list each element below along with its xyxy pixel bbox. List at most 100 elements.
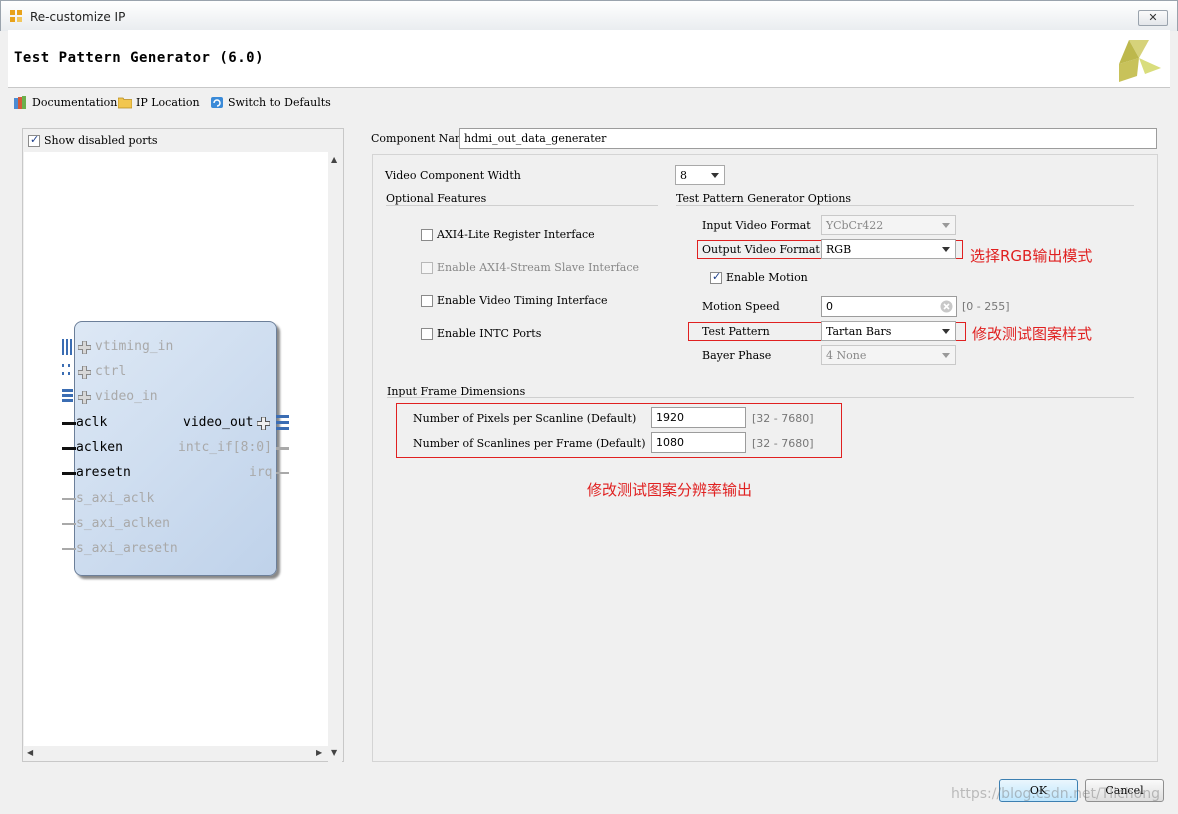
ip-title: Test Pattern Generator (6.0) [14, 50, 265, 66]
pixels-range: [32 - 7680] [752, 412, 814, 425]
switch-defaults-button[interactable]: Switch to Defaults [210, 96, 331, 109]
chevron-down-icon [711, 173, 719, 178]
expand-video-out-icon[interactable] [257, 417, 270, 430]
expand-vtiming-icon[interactable] [78, 341, 91, 354]
motion-speed-label: Motion Speed [702, 300, 780, 313]
test-pattern-select[interactable]: Tartan Bars [821, 321, 956, 341]
port-aresetn: aresetn [76, 465, 131, 480]
documentation-button[interactable]: Documentation [14, 96, 117, 109]
output-video-format-label: Output Video Format [702, 243, 820, 256]
port-video-in: video_in [95, 389, 158, 404]
motion-speed-range: [0 - 255] [962, 300, 1010, 313]
pin-intc-if [276, 447, 289, 450]
divider [676, 205, 1134, 206]
video-timing-option[interactable]: Enable Video Timing Interface [421, 294, 608, 307]
ip-location-label: IP Location [136, 96, 200, 109]
axi4-lite-label: AXI4-Lite Register Interface [437, 228, 595, 241]
bayer-phase-value: 4 None [826, 349, 867, 362]
video-timing-checkbox[interactable] [421, 294, 433, 307]
video-width-select[interactable]: 8 [675, 165, 725, 185]
bayer-phase-label: Bayer Phase [702, 349, 772, 362]
port-aclken: aclken [76, 440, 123, 455]
scroll-left-icon[interactable]: ◀ [27, 748, 33, 757]
clear-icon[interactable] [940, 300, 953, 313]
port-video-out: video_out [183, 415, 254, 430]
motion-speed-input[interactable]: 0 [821, 296, 957, 317]
show-disabled-ports-option[interactable]: Show disabled ports [28, 133, 158, 147]
port-s-axi-aclk: s_axi_aclk [76, 491, 155, 506]
pin-aclk [62, 422, 76, 425]
axi4-stream-slave-checkbox [421, 261, 433, 274]
component-name-input[interactable]: hdmi_out_data_generater [459, 128, 1157, 149]
pin-aclken [62, 447, 76, 450]
pin-s-axi-aclk [62, 498, 76, 500]
pixels-per-scanline-label: Number of Pixels per Scanline (Default) [413, 412, 637, 425]
documentation-label: Documentation [32, 96, 118, 109]
motion-speed-value: 0 [826, 300, 833, 313]
port-vtiming-in: vtiming_in [95, 339, 174, 354]
tpg-options-heading: Test Pattern Generator Options [676, 192, 852, 205]
xilinx-logo-icon [1119, 40, 1161, 82]
enable-motion-label: Enable Motion [726, 271, 808, 284]
annotation-note-rgb: 选择RGB输出模式 [970, 247, 1093, 265]
pixels-per-scanline-input[interactable]: 1920 [651, 407, 746, 428]
divider [386, 205, 658, 206]
folder-icon [118, 97, 132, 109]
optional-features-heading: Optional Features [386, 192, 487, 205]
intc-ports-checkbox[interactable] [421, 327, 433, 340]
switch-defaults-label: Switch to Defaults [228, 96, 331, 109]
axi4-stream-slave-option: Enable AXI4-Stream Slave Interface [421, 261, 639, 274]
enable-motion-checkbox[interactable] [710, 270, 722, 284]
intc-ports-label: Enable INTC Ports [437, 327, 542, 340]
watermark: https://blog.csdn.net/Tlichong [951, 786, 1160, 802]
chevron-down-icon [942, 353, 950, 358]
axi4-lite-checkbox[interactable] [421, 228, 433, 241]
scanlines-per-frame-label: Number of Scanlines per Frame (Default) [413, 437, 646, 450]
component-name-label: Component Name [371, 132, 472, 145]
port-aclk: aclk [76, 415, 108, 430]
bus-port-markers-icon [62, 339, 73, 402]
ip-location-button[interactable]: IP Location [118, 96, 200, 109]
chevron-down-icon [942, 329, 950, 334]
horizontal-scrollbar[interactable]: ◀ ▶ [24, 746, 328, 760]
divider [387, 397, 1134, 398]
input-video-format-select: YCbCr422 [821, 215, 956, 235]
expand-video-in-icon[interactable] [78, 391, 91, 404]
pin-irq [276, 472, 289, 474]
pin-s-axi-aresetn [62, 548, 76, 550]
scanlines-per-frame-input[interactable]: 1080 [651, 432, 746, 453]
intc-ports-option[interactable]: Enable INTC Ports [421, 327, 541, 340]
bayer-phase-select: 4 None [821, 345, 956, 365]
show-disabled-ports-checkbox[interactable] [28, 133, 40, 147]
port-s-axi-aresetn: s_axi_aresetn [76, 541, 178, 556]
axi4-stream-slave-label: Enable AXI4-Stream Slave Interface [437, 261, 640, 274]
video-timing-label: Enable Video Timing Interface [437, 294, 608, 307]
port-s-axi-aclken: s_axi_aclken [76, 516, 170, 531]
pin-s-axi-aclken [62, 523, 76, 525]
scroll-right-icon[interactable]: ▶ [316, 748, 322, 757]
output-video-format-select[interactable]: RGB [821, 239, 956, 259]
annotation-note-resolution: 修改测试图案分辨率输出 [587, 481, 753, 499]
port-intc-if: intc_if[8:0] [178, 440, 272, 455]
scroll-down-icon[interactable]: ▼ [331, 748, 337, 757]
axi4-lite-option[interactable]: AXI4-Lite Register Interface [421, 228, 595, 241]
close-button[interactable]: ✕ [1138, 10, 1168, 26]
scroll-up-icon[interactable]: ▲ [331, 155, 337, 164]
books-icon [14, 96, 26, 109]
test-pattern-value: Tartan Bars [826, 325, 892, 338]
scanlines-range: [32 - 7680] [752, 437, 814, 450]
bus-out-marker-icon [276, 415, 289, 430]
input-video-format-value: YCbCr422 [826, 219, 884, 232]
window-titlebar [0, 0, 1178, 31]
vertical-scrollbar[interactable]: ▲ ▼ [328, 152, 342, 762]
output-video-format-value: RGB [826, 243, 852, 256]
video-width-label: Video Component Width [385, 169, 521, 182]
port-ctrl: ctrl [95, 364, 127, 379]
refresh-icon [211, 97, 223, 108]
pin-aresetn [62, 472, 76, 475]
enable-motion-option[interactable]: Enable Motion [710, 270, 808, 284]
show-disabled-ports-label: Show disabled ports [44, 134, 158, 147]
port-irq: irq [249, 465, 273, 480]
input-video-format-label: Input Video Format [702, 219, 811, 232]
expand-ctrl-icon[interactable] [78, 366, 91, 379]
